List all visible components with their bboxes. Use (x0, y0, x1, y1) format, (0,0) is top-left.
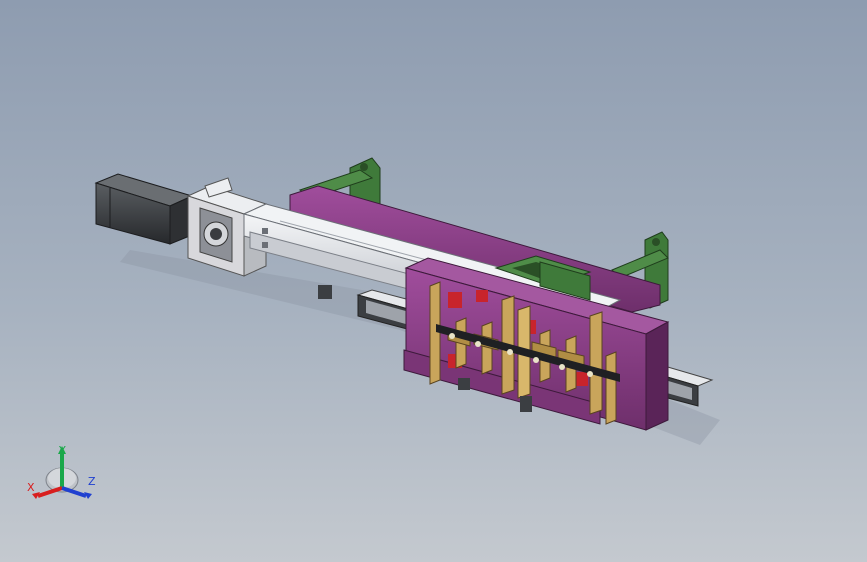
gripper-9[interactable] (605, 351, 617, 425)
graphics-viewport[interactable]: X Y Z (0, 0, 867, 562)
view-triad[interactable]: X Y Z (22, 438, 102, 508)
cad-model-view[interactable] (0, 0, 867, 562)
gripper-8[interactable] (589, 311, 603, 415)
gripper-1[interactable] (429, 281, 441, 385)
servo-motor[interactable] (94, 173, 194, 245)
triad-z-label: Z (88, 475, 96, 488)
triad-y-label: Y (59, 444, 66, 457)
triad-x-label: X (27, 481, 35, 494)
